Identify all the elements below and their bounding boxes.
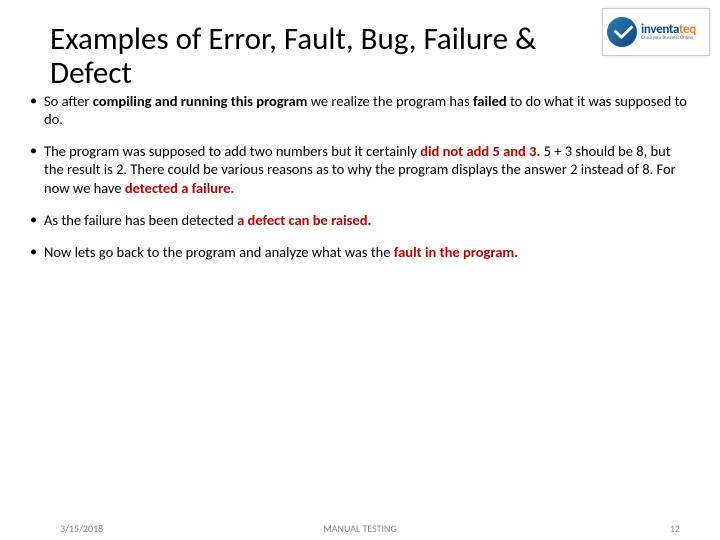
brand-logo: inventateq Grow your Business Online <box>602 8 710 56</box>
footer-title: MANUAL TESTING <box>0 522 720 535</box>
slide-body: So after compiling and running this prog… <box>30 92 690 275</box>
bullet-4: Now lets go back to the program and anal… <box>30 243 690 261</box>
logo-text: inventateq Grow your Business Online <box>641 23 696 41</box>
bullet-3: As the failure has been detected a defec… <box>30 211 690 229</box>
bullet-2: The program was supposed to add two numb… <box>30 142 690 196</box>
checkmark-icon <box>607 17 637 47</box>
slide-title: Examples of Error, Fault, Bug, Failure &… <box>50 22 590 90</box>
brand-tagline: Grow your Business Online <box>641 36 696 41</box>
slide: Examples of Error, Fault, Bug, Failure &… <box>0 0 720 540</box>
footer-page-number: 12 <box>670 522 680 535</box>
bullet-1: So after compiling and running this prog… <box>30 92 690 128</box>
